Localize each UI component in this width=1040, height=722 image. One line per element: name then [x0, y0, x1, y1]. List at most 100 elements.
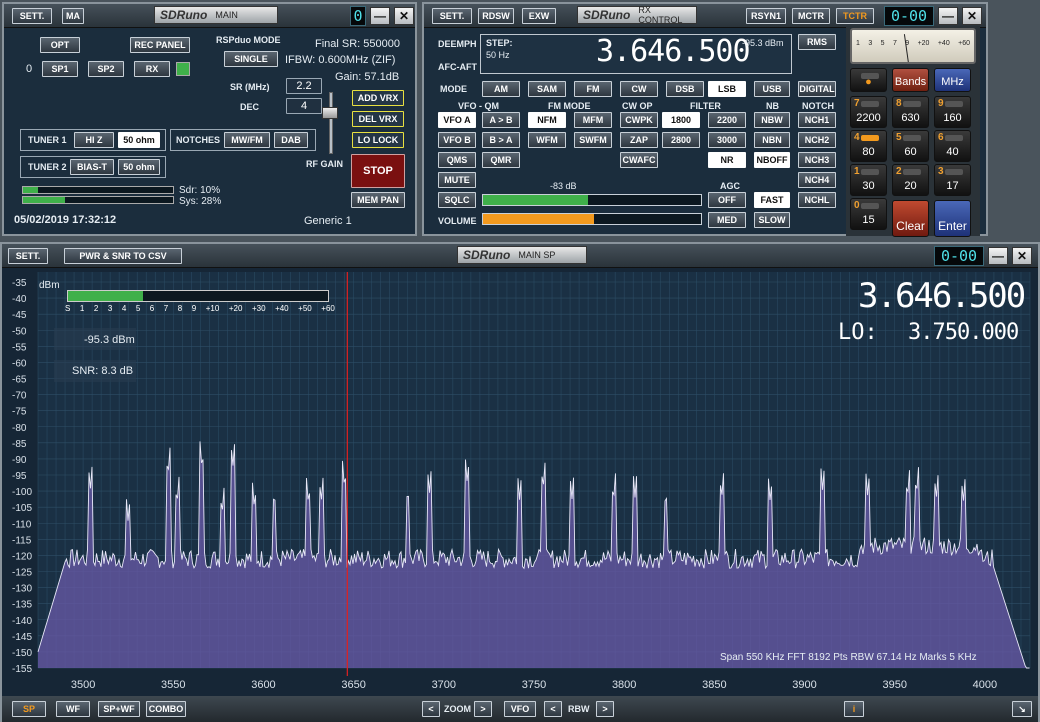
nr-button[interactable]: NR [708, 152, 746, 168]
sqlc-button[interactable]: SQLC [438, 192, 476, 208]
enter-button[interactable]: Enter [934, 200, 971, 237]
filter-2200-button[interactable]: 2200 [708, 112, 746, 128]
mode-dsb-button[interactable]: DSB [666, 81, 704, 97]
mode-cw-button[interactable]: CW [620, 81, 658, 97]
main-ma-button[interactable]: MA [62, 8, 84, 24]
mute-button[interactable]: MUTE [438, 172, 476, 188]
volume-slider[interactable] [482, 213, 702, 225]
wf-button[interactable]: WF [56, 701, 90, 717]
nch4-button[interactable]: NCH4 [798, 172, 836, 188]
keypad-2-button[interactable]: 2 20 [892, 164, 929, 196]
minimize-button[interactable]: — [938, 7, 958, 25]
vfo-b-button[interactable]: VFO B [438, 132, 476, 148]
combo-button[interactable]: COMBO [146, 701, 186, 717]
sp-titlebar[interactable]: SETT. PWR & SNR TO CSV SDRuno MAIN SP 0-0… [2, 244, 1038, 268]
sp1-button[interactable]: SP1 [42, 61, 78, 77]
a-to-b-button[interactable]: A > B [482, 112, 520, 128]
sp-frequency[interactable]: 3.646.500 [858, 276, 1026, 316]
cwpk-button[interactable]: CWPK [620, 112, 658, 128]
rx-sett-button[interactable]: SETT. [432, 8, 472, 24]
close-button[interactable]: ✕ [394, 7, 414, 25]
sp-sett-button[interactable]: SETT. [8, 248, 48, 264]
nbw-button[interactable]: NBW [754, 112, 790, 128]
tuner2-50ohm-button[interactable]: 50 ohm [118, 159, 160, 175]
mode-lsb-button[interactable]: LSB [708, 81, 746, 97]
rbw-down-button[interactable]: < [544, 701, 562, 717]
agc-slow-button[interactable]: SLOW [754, 212, 790, 228]
keypad-6-button[interactable]: 6 40 [934, 130, 971, 162]
minimize-button[interactable]: — [988, 247, 1008, 265]
zoom-in-button[interactable]: > [474, 701, 492, 717]
sp2-button[interactable]: SP2 [88, 61, 124, 77]
mctr-button[interactable]: MCTR [792, 8, 830, 24]
nbn-button[interactable]: NBN [754, 132, 790, 148]
main-sett-button[interactable]: SETT. [12, 8, 52, 24]
rbw-up-button[interactable]: > [596, 701, 614, 717]
resize-icon[interactable]: ↘ [1012, 701, 1032, 717]
keypad-7-button[interactable]: 7 2200 [850, 96, 887, 128]
mem-pan-button[interactable]: MEM PAN [351, 192, 405, 208]
tuner1-50ohm-button[interactable]: 50 ohm [118, 132, 160, 148]
minimize-button[interactable]: — [370, 7, 390, 25]
del-vrx-button[interactable]: DEL VRX [352, 111, 404, 127]
biast-button[interactable]: BIAS-T [70, 159, 114, 175]
agc-med-button[interactable]: MED [708, 212, 746, 228]
filter-2800-button[interactable]: 2800 [662, 132, 700, 148]
nboff-button[interactable]: NBOFF [754, 152, 790, 168]
dab-button[interactable]: DAB [274, 132, 308, 148]
swfm-button[interactable]: SWFM [574, 132, 612, 148]
vfo-button[interactable]: VFO [504, 701, 536, 717]
filter-1800-button[interactable]: 1800 [662, 112, 700, 128]
keypad-9-button[interactable]: 9 160 [934, 96, 971, 128]
rx-titlebar[interactable]: SETT. RDSW EXW SDRuno RX CONTROL RSYN1 MC… [424, 4, 986, 28]
hiz-button[interactable]: HI Z [74, 132, 114, 148]
qms-button[interactable]: QMS [438, 152, 476, 168]
b-to-a-button[interactable]: B > A [482, 132, 520, 148]
lo-lock-button[interactable]: LO LOCK [352, 132, 404, 148]
filter-3000-button[interactable]: 3000 [708, 132, 746, 148]
cwafc-button[interactable]: CWAFC [620, 152, 658, 168]
opt-button[interactable]: OPT [40, 37, 80, 53]
mfm-button[interactable]: MFM [574, 112, 612, 128]
wfm-button[interactable]: WFM [528, 132, 566, 148]
mode-am-button[interactable]: AM [482, 81, 520, 97]
lo-frequency[interactable]: 3.750.000 [908, 320, 1019, 345]
mode-fm-button[interactable]: FM [574, 81, 612, 97]
close-button[interactable]: ✕ [962, 7, 982, 25]
rec-panel-button[interactable]: REC PANEL [130, 37, 190, 53]
sp-mode-button[interactable]: SP [12, 701, 46, 717]
sr-field[interactable]: 2.2 [286, 78, 322, 94]
add-vrx-button[interactable]: ADD VRX [352, 90, 404, 106]
qmr-button[interactable]: QMR [482, 152, 520, 168]
nch2-button[interactable]: NCH2 [798, 132, 836, 148]
mode-usb-button[interactable]: USB [754, 81, 790, 97]
clear-button[interactable]: Clear [892, 200, 929, 237]
keypad-5-button[interactable]: 5 60 [892, 130, 929, 162]
mhz-button[interactable]: MHz [934, 68, 971, 92]
vfo-frequency[interactable]: 3.646.500 [596, 34, 751, 69]
zoom-out-button[interactable]: < [422, 701, 440, 717]
sp-wf-button[interactable]: SP+WF [98, 701, 140, 717]
mode-sam-button[interactable]: SAM [528, 81, 566, 97]
nch3-button[interactable]: NCH3 [798, 152, 836, 168]
rx-button[interactable]: RX [134, 61, 170, 77]
rms-button[interactable]: RMS [798, 34, 836, 50]
dec-field[interactable]: 4 [286, 98, 322, 114]
tctr-button[interactable]: TCTR [836, 8, 874, 24]
main-titlebar[interactable]: SETT. MA SDRuno MAIN 0 — ✕ [4, 4, 415, 28]
spectrum-plot[interactable]: -35 -40 -45 -50 -55 -60 -65 -70 -75 -80 -85 -90 -95 -… [2, 270, 1038, 694]
mode-digital-button[interactable]: DIGITAL [798, 81, 836, 97]
keypad-4-button[interactable]: 4 80 [850, 130, 887, 162]
keypad-3-button[interactable]: 3 17 [934, 164, 971, 196]
keypad-8-button[interactable]: 8 630 [892, 96, 929, 128]
rdsw-button[interactable]: RDSW [478, 8, 514, 24]
keypad-0-button[interactable]: 0 15 [850, 198, 887, 230]
close-button[interactable]: ✕ [1012, 247, 1032, 265]
mwfm-button[interactable]: MW/FM [224, 132, 270, 148]
agc-fast-button[interactable]: FAST [754, 192, 790, 208]
single-button[interactable]: SINGLE [224, 51, 278, 67]
stop-button[interactable]: STOP [351, 154, 405, 188]
rf-gain-slider-thumb[interactable] [322, 107, 338, 119]
rsyn1-button[interactable]: RSYN1 [746, 8, 786, 24]
pwr-snr-csv-button[interactable]: PWR & SNR TO CSV [64, 248, 182, 264]
